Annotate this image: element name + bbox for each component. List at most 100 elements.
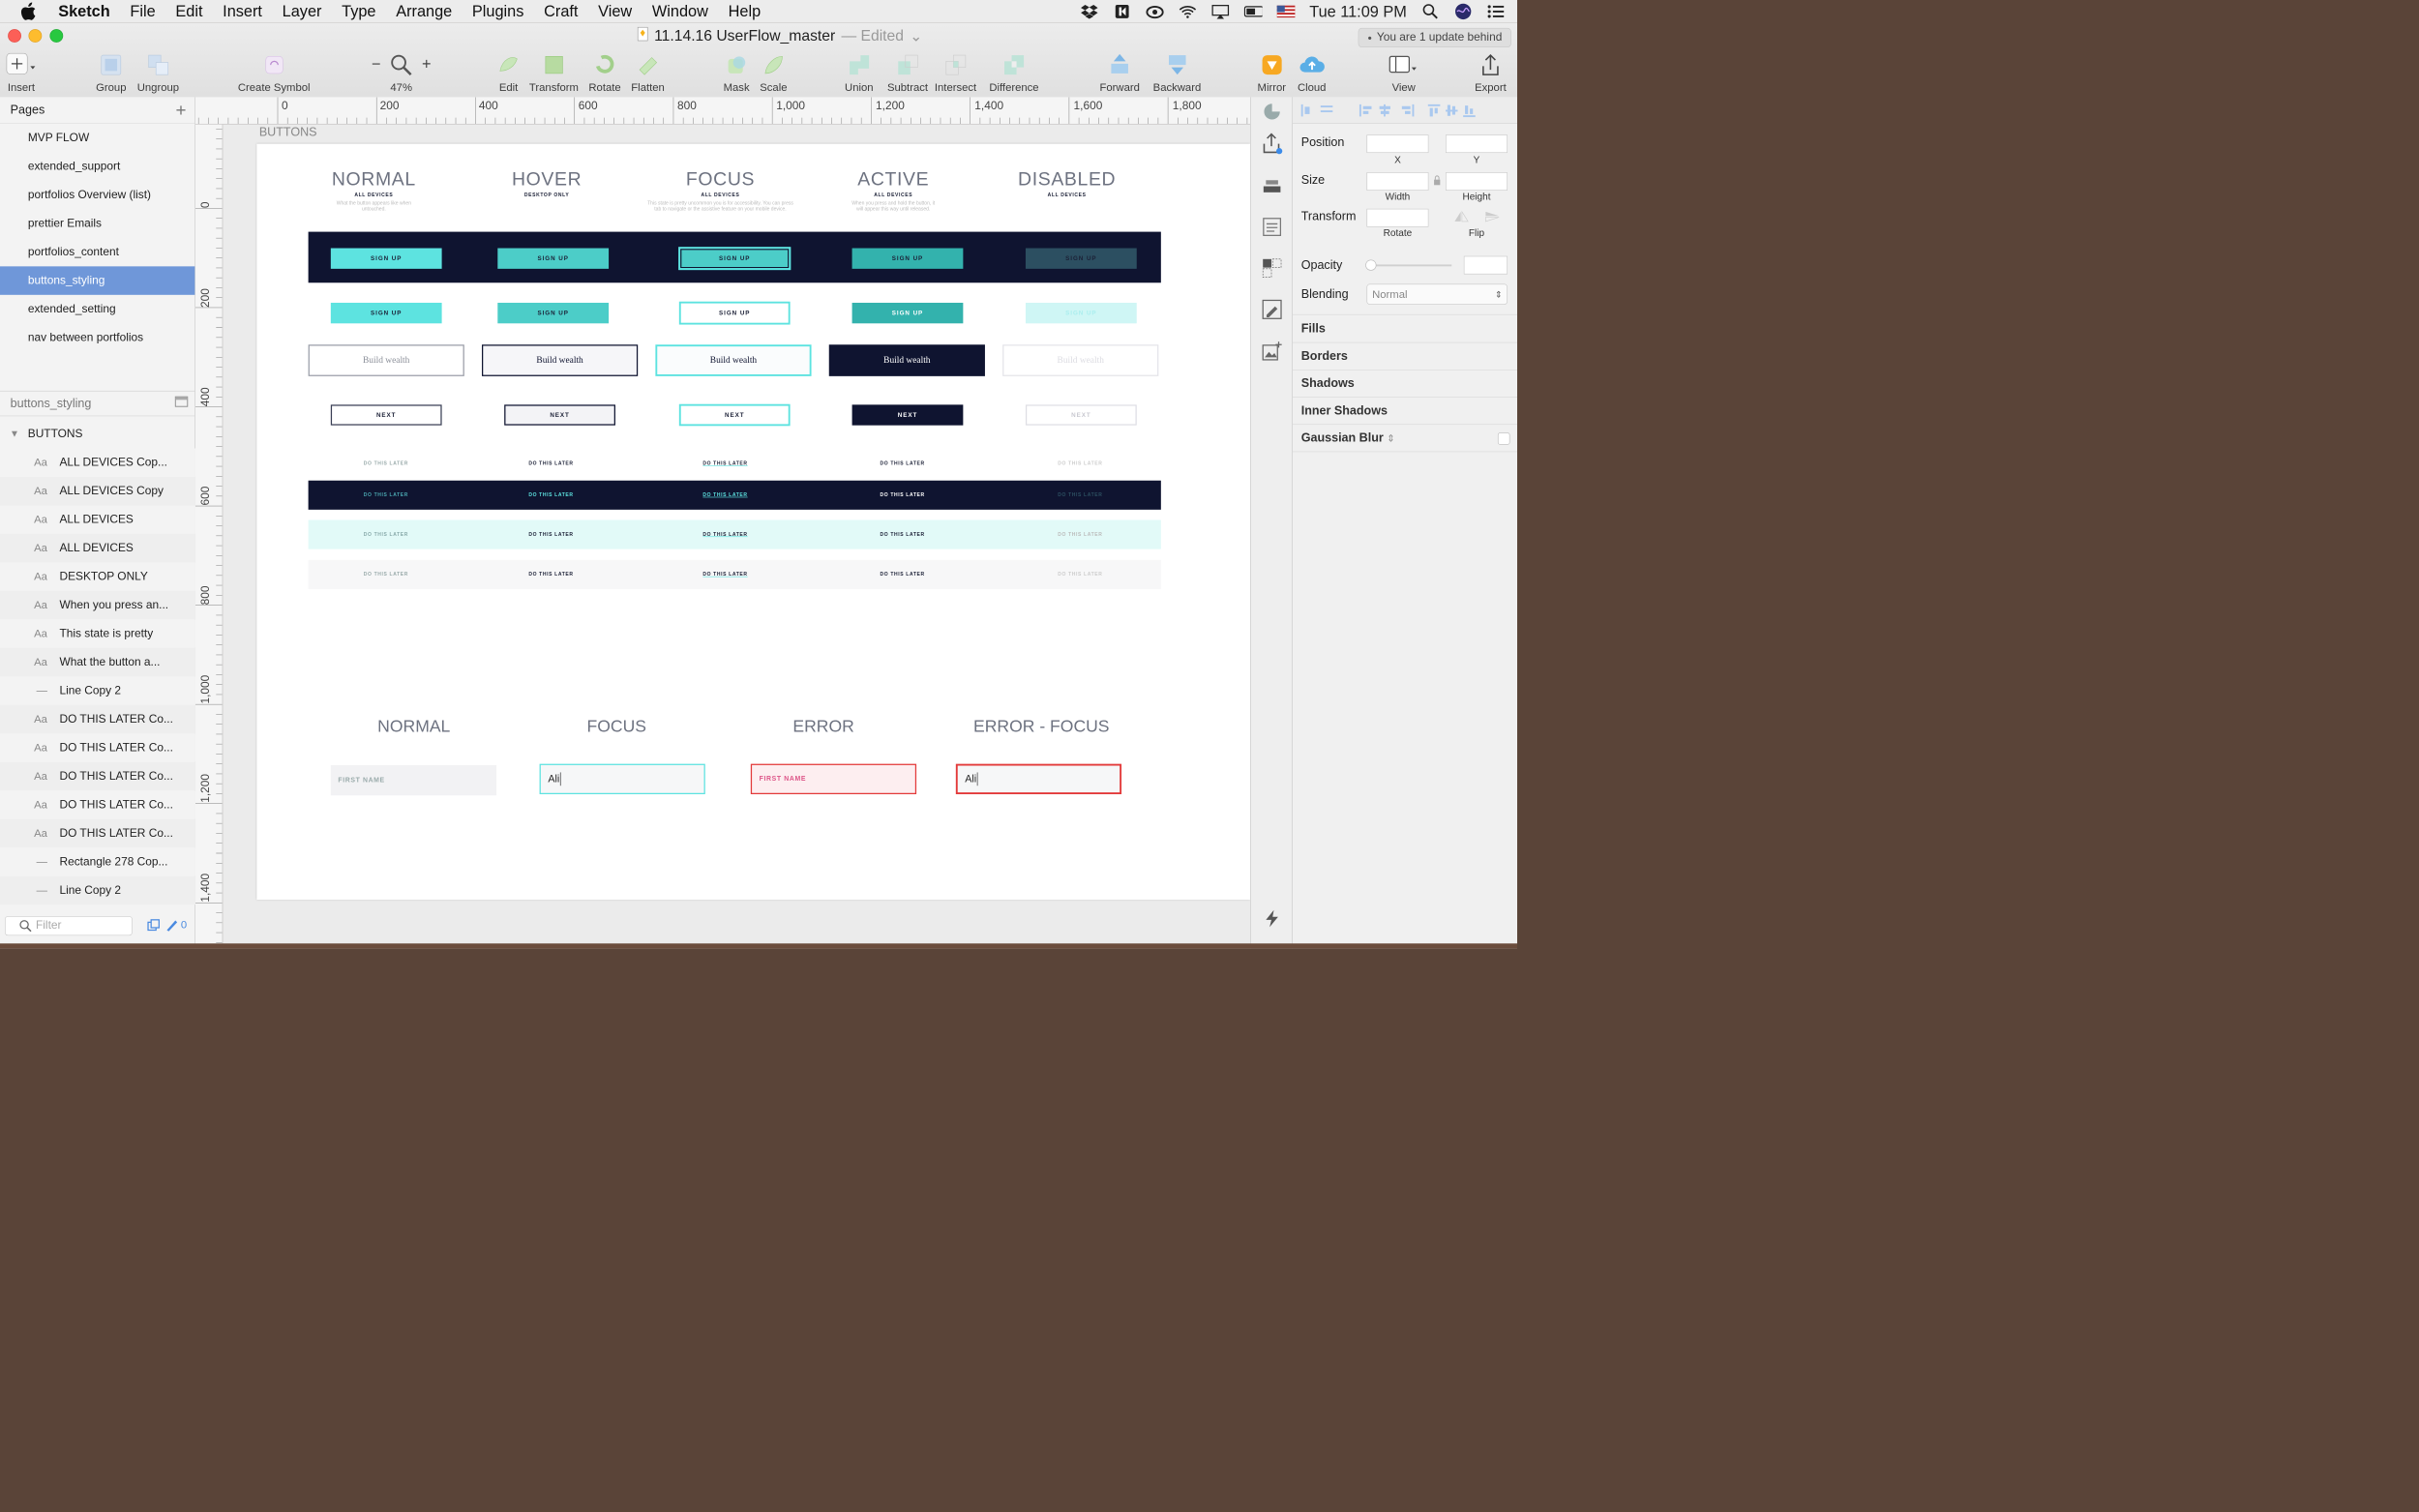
backward-button[interactable]: Backward: [1153, 52, 1201, 94]
first-name-field-error-focus[interactable]: Ali: [955, 763, 1122, 795]
position-y-input[interactable]: [1445, 134, 1508, 154]
later-link-active-dark[interactable]: DO THIS LATER: [866, 492, 939, 498]
transform-button[interactable]: Transform: [529, 52, 579, 94]
zoom-magnifier-icon[interactable]: [389, 52, 413, 77]
artboard-label[interactable]: BUTTONS: [259, 126, 317, 139]
menu-help[interactable]: Help: [729, 2, 762, 20]
menu-edit[interactable]: Edit: [175, 2, 202, 20]
flatten-button[interactable]: Flatten: [631, 52, 665, 94]
first-name-field-focus[interactable]: Ali: [539, 763, 705, 795]
first-name-field-normal[interactable]: FIRST NAME: [330, 764, 497, 796]
menu-window[interactable]: Window: [652, 2, 708, 20]
borders-section[interactable]: Borders: [1301, 349, 1348, 363]
group-button[interactable]: Group: [96, 52, 126, 94]
design-canvas[interactable]: BUTTONS NORMAL ALL DEVICES What the butt…: [223, 124, 1251, 949]
later-link-active-teal[interactable]: DO THIS LATER: [866, 531, 939, 537]
layer-filter-input[interactable]: Filter: [5, 916, 133, 936]
position-x-input[interactable]: [1366, 134, 1429, 154]
next-button-focus[interactable]: NEXT: [678, 403, 791, 427]
add-image-icon[interactable]: [1260, 339, 1284, 363]
mask-button[interactable]: Mask: [724, 52, 750, 94]
edited-status[interactable]: — Edited: [841, 27, 904, 44]
later-link-focus-teal[interactable]: DO THIS LATER: [689, 531, 762, 537]
intersect-button[interactable]: Intersect: [935, 52, 976, 94]
later-link-normal-dark[interactable]: DO THIS LATER: [349, 492, 422, 498]
scale-button[interactable]: Scale: [760, 52, 787, 94]
gaussian-blur-checkbox[interactable]: [1497, 432, 1510, 445]
layer-group-buttons[interactable]: ▼ BUTTONS: [0, 421, 195, 449]
menu-type[interactable]: Type: [342, 2, 375, 20]
build-wealth-button-normal[interactable]: Build wealth: [308, 344, 464, 376]
layer-row[interactable]: Aa When you press an...: [0, 590, 195, 620]
rotate-input[interactable]: [1366, 208, 1429, 227]
layer-row[interactable]: Aa DO THIS LATER Co...: [0, 761, 195, 791]
layer-row[interactable]: Aa ALL DEVICES Cop...: [0, 448, 195, 477]
page-item[interactable]: portfolios Overview (list): [0, 181, 194, 209]
build-wealth-button-focus[interactable]: Build wealth: [655, 344, 812, 376]
later-link-focus[interactable]: DO THIS LATER: [689, 460, 762, 466]
signup-button-hover[interactable]: SIGN UP: [497, 302, 610, 324]
copy-layers-icon[interactable]: [147, 919, 161, 935]
layer-row[interactable]: Aa DO THIS LATER Co...: [0, 733, 195, 762]
later-link-focus-grey[interactable]: DO THIS LATER: [689, 572, 762, 578]
blending-select[interactable]: Normal ⇕: [1366, 283, 1508, 305]
lightning-icon[interactable]: [1260, 906, 1284, 931]
width-input[interactable]: [1366, 172, 1429, 191]
flip-horizontal-icon[interactable]: [1453, 210, 1469, 225]
inner-shadows-section[interactable]: Inner Shadows: [1301, 404, 1388, 418]
inspector-style-icon[interactable]: [1260, 175, 1284, 199]
artboard-buttons[interactable]: NORMAL ALL DEVICES What the button appea…: [256, 143, 1251, 901]
later-link-hover[interactable]: DO THIS LATER: [515, 460, 587, 466]
lock-icon[interactable]: [1433, 175, 1441, 189]
signup-button-focus[interactable]: SIGN UP: [678, 301, 791, 325]
pie-chart-icon[interactable]: [1260, 100, 1284, 124]
signup-button-normal[interactable]: SIGN UP: [330, 302, 442, 324]
page-item[interactable]: portfolios_content: [0, 238, 194, 266]
opacity-slider[interactable]: [1366, 264, 1452, 267]
menu-plugins[interactable]: Plugins: [472, 2, 523, 20]
later-link-disabled-grey[interactable]: DO THIS LATER: [1044, 572, 1117, 578]
notification-center-icon[interactable]: [1487, 4, 1506, 19]
signup-button-disabled-dark[interactable]: SIGN UP: [1025, 248, 1137, 269]
battery-icon[interactable]: [1243, 4, 1263, 19]
layer-row[interactable]: Aa What the button a...: [0, 647, 195, 677]
zoom-window-button[interactable]: [49, 29, 64, 43]
cloud-button[interactable]: Cloud: [1298, 52, 1326, 94]
view-button[interactable]: View: [1389, 52, 1419, 94]
page-item[interactable]: extended_support: [0, 152, 194, 180]
later-link-normal-teal[interactable]: DO THIS LATER: [349, 531, 422, 537]
menu-app-name[interactable]: Sketch: [58, 2, 109, 20]
page-item[interactable]: prettier Emails: [0, 209, 194, 237]
rotate-button[interactable]: Rotate: [588, 52, 621, 94]
later-link-focus-dark[interactable]: DO THIS LATER: [689, 492, 762, 498]
dropbox-icon[interactable]: [1080, 4, 1098, 19]
later-link-disabled-dark[interactable]: DO THIS LATER: [1044, 492, 1117, 498]
menu-file[interactable]: File: [130, 2, 155, 20]
later-link-active-grey[interactable]: DO THIS LATER: [866, 572, 939, 578]
mirror-button[interactable]: Mirror: [1258, 52, 1286, 94]
export-button[interactable]: Export: [1475, 52, 1507, 94]
menu-insert[interactable]: Insert: [223, 2, 262, 20]
page-item[interactable]: MVP FLOW: [0, 124, 194, 152]
signup-button-disabled[interactable]: SIGN UP: [1025, 302, 1137, 324]
wifi-icon[interactable]: [1179, 4, 1197, 19]
edit-artboard-icon[interactable]: [1260, 297, 1284, 321]
flip-vertical-icon[interactable]: [1484, 210, 1500, 225]
later-link-normal-grey[interactable]: DO THIS LATER: [349, 572, 422, 578]
share-upload-icon[interactable]: [1260, 131, 1284, 155]
airplay-icon[interactable]: [1211, 4, 1230, 19]
forward-button[interactable]: Forward: [1099, 52, 1140, 94]
creative-cloud-icon[interactable]: [1146, 4, 1164, 19]
build-wealth-button-disabled[interactable]: Build wealth: [1002, 344, 1159, 376]
edit-button[interactable]: Edit: [496, 52, 521, 94]
layer-row[interactable]: Aa DESKTOP ONLY: [0, 562, 195, 591]
next-button-active[interactable]: NEXT: [851, 404, 964, 426]
opacity-slider-knob[interactable]: [1365, 259, 1377, 271]
disclosure-triangle-icon[interactable]: ▼: [10, 429, 19, 439]
gaussian-blur-section[interactable]: Gaussian Blur ⇕: [1301, 431, 1395, 445]
menu-craft[interactable]: Craft: [544, 2, 578, 20]
minimize-window-button[interactable]: [28, 29, 43, 43]
app-tray-icon[interactable]: [1113, 4, 1131, 19]
zoom-out-button[interactable]: −: [372, 54, 381, 73]
layer-row[interactable]: Aa DO THIS LATER Co...: [0, 704, 195, 734]
